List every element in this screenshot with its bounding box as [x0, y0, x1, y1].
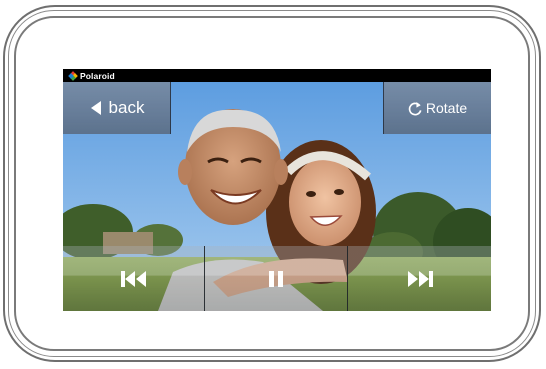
brand-bar: Polaroid [63, 69, 491, 82]
skip-next-icon [407, 270, 433, 287]
back-button-label: back [108, 98, 145, 117]
brand-name: Polaroid [80, 70, 115, 81]
previous-button[interactable] [63, 246, 205, 311]
rotate-button-label: Rotate [425, 100, 468, 116]
rotate-button[interactable]: Rotate [383, 82, 491, 134]
back-arrow-icon [90, 101, 101, 115]
next-button[interactable] [348, 246, 491, 311]
device-screen: Polaroid back Rotate [63, 69, 491, 311]
pause-icon [269, 270, 283, 287]
skip-previous-icon [120, 270, 146, 287]
back-button[interactable]: back [63, 82, 171, 134]
polaroid-logo-icon [68, 70, 78, 81]
pause-button[interactable] [205, 246, 348, 311]
rotate-icon [408, 101, 422, 115]
